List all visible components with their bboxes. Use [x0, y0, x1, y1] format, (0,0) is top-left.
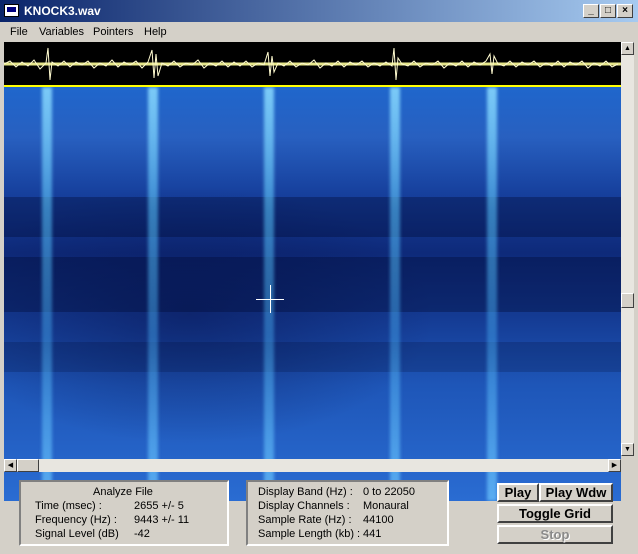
- app-icon[interactable]: [4, 4, 19, 17]
- vertical-scroll-thumb[interactable]: [621, 293, 634, 308]
- waveform-display[interactable]: [4, 42, 621, 87]
- dark-band: [4, 342, 621, 372]
- frequency-value: 9443 +/- 11: [134, 514, 190, 526]
- spectrogram-display[interactable]: [4, 87, 621, 501]
- maximize-button[interactable]: □: [600, 4, 616, 18]
- title-bar[interactable]: KNOCK3.wav _ □ ×: [0, 0, 638, 22]
- window-title: KNOCK3.wav: [24, 4, 101, 18]
- vertical-scrollbar[interactable]: ▲ ▼: [621, 42, 634, 456]
- knock-stripe: [264, 87, 274, 501]
- scroll-left-arrow-icon[interactable]: ◀: [4, 459, 17, 472]
- display-channels-value: Monaural: [363, 500, 409, 512]
- analyze-file-panel: Analyze File Time (msec) : 2655 +/- 5 Fr…: [19, 480, 229, 546]
- knock-stripe: [42, 87, 52, 501]
- time-label: Time (msec) :: [35, 500, 102, 512]
- waveform-trace: [4, 47, 621, 81]
- scroll-up-arrow-icon[interactable]: ▲: [621, 42, 634, 55]
- scroll-down-arrow-icon[interactable]: ▼: [621, 443, 634, 456]
- analyze-heading: Analyze File: [93, 486, 153, 498]
- time-value: 2655 +/- 5: [134, 500, 184, 512]
- horizontal-scroll-thumb[interactable]: [17, 459, 39, 472]
- play-button[interactable]: Play: [497, 483, 539, 502]
- display-info-panel: Display Band (Hz) : 0 to 22050 Display C…: [246, 480, 449, 546]
- horizontal-scrollbar[interactable]: ◀ ▶: [4, 459, 621, 472]
- app-window: KNOCK3.wav _ □ × File Variables Pointers…: [0, 0, 638, 554]
- crosshair-pointer-vertical[interactable]: [270, 285, 271, 313]
- display-area: ▲ ▼ ◀ ▶: [4, 42, 634, 501]
- knock-stripe: [390, 87, 400, 501]
- menu-variables[interactable]: Variables: [39, 26, 84, 38]
- play-window-button[interactable]: Play Wdw: [539, 483, 613, 502]
- display-band-label: Display Band (Hz) :: [258, 486, 353, 498]
- menu-bar: File Variables Pointers Help: [0, 22, 638, 42]
- sample-rate-value: 44100: [363, 514, 394, 526]
- stop-button[interactable]: Stop: [497, 525, 613, 544]
- sample-length-label: Sample Length (kb) :: [258, 528, 361, 540]
- signal-level-label: Signal Level (dB): [35, 528, 119, 540]
- dark-band: [4, 257, 621, 312]
- menu-help[interactable]: Help: [144, 26, 167, 38]
- frequency-label: Frequency (Hz) :: [35, 514, 117, 526]
- signal-level-value: -42: [134, 528, 150, 540]
- sample-rate-label: Sample Rate (Hz) :: [258, 514, 352, 526]
- menu-pointers[interactable]: Pointers: [93, 26, 133, 38]
- scroll-right-arrow-icon[interactable]: ▶: [608, 459, 621, 472]
- knock-stripe: [148, 87, 158, 501]
- menu-file[interactable]: File: [10, 26, 28, 38]
- knock-stripe: [487, 87, 497, 501]
- toggle-grid-button[interactable]: Toggle Grid: [497, 504, 613, 523]
- display-band-value: 0 to 22050: [363, 486, 415, 498]
- display-channels-label: Display Channels :: [258, 500, 350, 512]
- dark-band: [4, 197, 621, 237]
- close-button[interactable]: ×: [617, 4, 633, 18]
- minimize-button[interactable]: _: [583, 4, 599, 18]
- sample-length-value: 441: [363, 528, 382, 540]
